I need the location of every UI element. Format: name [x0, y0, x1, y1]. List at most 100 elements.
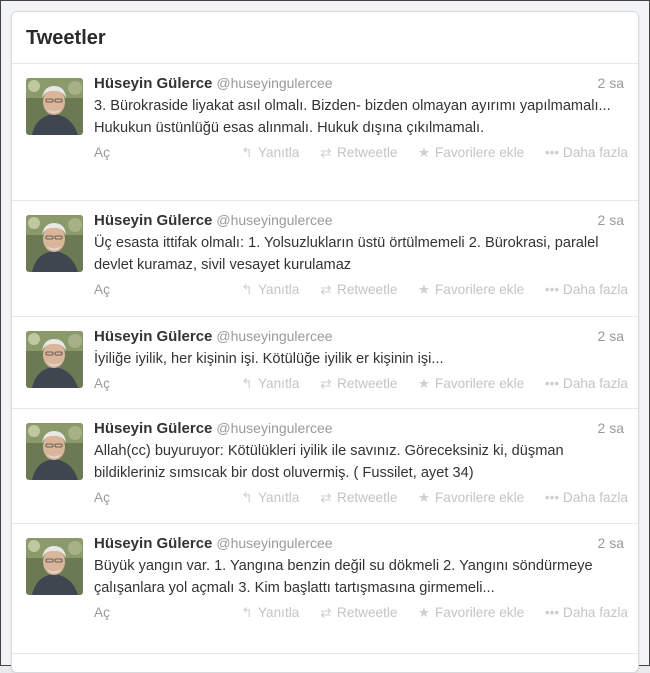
more-label: Daha fazla: [563, 282, 628, 297]
tweet-timestamp[interactable]: 2 sa: [598, 212, 624, 228]
author-name[interactable]: Hüseyin Gülerce: [94, 75, 212, 92]
tweet-actions: Aç ↰ Yanıtla ⇄ Retweetle ★ Favorilere ekle …: [94, 374, 628, 396]
author-name[interactable]: Hüseyin Gülerce: [94, 535, 212, 552]
more-label: Daha fazla: [563, 376, 628, 391]
reply-button[interactable]: ↰ Yanıtla: [239, 605, 299, 621]
more-button[interactable]: ••• Daha fazla: [544, 490, 628, 505]
avatar[interactable]: [26, 215, 83, 272]
more-dots-icon: •••: [544, 282, 560, 297]
more-label: Daha fazla: [563, 145, 628, 160]
retweet-icon: ⇄: [320, 605, 332, 620]
more-button[interactable]: ••• Daha fazla: [544, 282, 628, 297]
open-link[interactable]: Aç: [94, 145, 110, 160]
retweet-icon: ⇄: [320, 376, 332, 391]
favorite-button[interactable]: ★ Favorilere ekle: [416, 605, 524, 621]
tweet-text: İyiliğe iyilik, her kişinin işi. Kötülüğ…: [94, 351, 444, 367]
reply-label: Yanıtla: [258, 605, 300, 620]
favorite-label: Favorilere ekle: [435, 282, 525, 297]
more-button[interactable]: ••• Daha fazla: [544, 145, 628, 160]
more-dots-icon: •••: [544, 145, 560, 160]
open-link[interactable]: Aç: [94, 282, 110, 297]
reply-arrow-icon: ↰: [241, 376, 253, 391]
author-name[interactable]: Hüseyin Gülerce: [94, 420, 212, 437]
more-dots-icon: •••: [544, 376, 560, 391]
reply-button[interactable]: ↰ Yanıtla: [239, 145, 299, 161]
author-handle[interactable]: @huseyingulercee: [216, 212, 332, 228]
favorite-button[interactable]: ★ Favorilere ekle: [416, 282, 524, 298]
tweet[interactable]: Hüseyin Gülerce @huseyingulercee 2 sa Üç …: [12, 201, 638, 317]
avatar[interactable]: [26, 78, 83, 135]
reply-label: Yanıtla: [258, 490, 300, 505]
retweet-label: Retweetle: [337, 282, 398, 297]
retweet-button[interactable]: ⇄ Retweetle: [318, 605, 397, 621]
more-label: Daha fazla: [563, 605, 628, 620]
tweet-header: Hüseyin Gülerce @huseyingulercee 2 sa: [94, 420, 624, 440]
reply-button[interactable]: ↰ Yanıtla: [239, 376, 299, 392]
avatar[interactable]: [26, 423, 83, 480]
tweets-panel: Tweetler Hüseyin Gülerce @huseyingulercee…: [11, 11, 639, 673]
tweet-timestamp[interactable]: 2 sa: [598, 420, 624, 436]
tweet[interactable]: Hüseyin Gülerce @huseyingulercee 2 sa İyi…: [12, 317, 638, 409]
more-dots-icon: •••: [544, 605, 560, 620]
star-icon: ★: [417, 282, 431, 297]
favorite-label: Favorilere ekle: [435, 376, 525, 391]
open-link[interactable]: Aç: [94, 376, 110, 391]
avatar[interactable]: [26, 538, 83, 595]
more-button[interactable]: ••• Daha fazla: [544, 605, 628, 620]
tweet[interactable]: Hüseyin Gülerce @huseyingulercee 2 sa All…: [12, 409, 638, 524]
tweet[interactable]: Hüseyin Gülerce @huseyingulercee 2 sa 3. …: [12, 64, 638, 201]
retweet-button[interactable]: ⇄ Retweetle: [318, 376, 397, 392]
open-link[interactable]: Aç: [94, 605, 110, 620]
author-name[interactable]: Hüseyin Gülerce: [94, 212, 212, 229]
tweet-text: Büyük yangın var. 1. Yangına benzin deği…: [94, 558, 593, 596]
retweet-button[interactable]: ⇄ Retweetle: [318, 145, 397, 161]
avatar[interactable]: [26, 331, 83, 388]
tweet-header: Hüseyin Gülerce @huseyingulercee 2 sa: [94, 75, 624, 95]
author-name[interactable]: Hüseyin Gülerce: [94, 328, 212, 345]
star-icon: ★: [417, 490, 431, 505]
tweet-timestamp[interactable]: 2 sa: [598, 535, 624, 551]
tweet-header: Hüseyin Gülerce @huseyingulercee 2 sa: [94, 212, 624, 232]
avatar-photo: [26, 215, 83, 272]
favorite-label: Favorilere ekle: [435, 605, 525, 620]
panel-title: Tweetler: [26, 27, 106, 49]
reply-arrow-icon: ↰: [241, 490, 253, 505]
reply-label: Yanıtla: [258, 376, 300, 391]
author-handle[interactable]: @huseyingulercee: [216, 328, 332, 344]
avatar-photo: [26, 78, 83, 135]
tweet-actions: Aç ↰ Yanıtla ⇄ Retweetle ★ Favorilere ekle …: [94, 280, 628, 302]
tweet-timestamp[interactable]: 2 sa: [598, 328, 624, 344]
reply-button[interactable]: ↰ Yanıtla: [239, 282, 299, 298]
favorite-button[interactable]: ★ Favorilere ekle: [416, 376, 524, 392]
star-icon: ★: [417, 376, 431, 391]
tweet-header: Hüseyin Gülerce @huseyingulercee 2 sa: [94, 535, 624, 555]
open-link[interactable]: Aç: [94, 490, 110, 505]
more-dots-icon: •••: [544, 490, 560, 505]
author-handle[interactable]: @huseyingulercee: [216, 420, 332, 436]
tweet-header: Hüseyin Gülerce @huseyingulercee 2 sa: [94, 328, 624, 348]
retweet-label: Retweetle: [337, 605, 398, 620]
reply-button[interactable]: ↰ Yanıtla: [239, 490, 299, 506]
avatar-photo: [26, 331, 83, 388]
avatar-photo: [26, 538, 83, 595]
retweet-label: Retweetle: [337, 490, 398, 505]
author-handle[interactable]: @huseyingulercee: [216, 75, 332, 91]
star-icon: ★: [417, 145, 431, 160]
reply-arrow-icon: ↰: [241, 145, 253, 160]
tweet-timestamp[interactable]: 2 sa: [598, 75, 624, 91]
retweet-icon: ⇄: [320, 282, 332, 297]
reply-label: Yanıtla: [258, 282, 300, 297]
favorite-button[interactable]: ★ Favorilere ekle: [416, 145, 524, 161]
author-handle[interactable]: @huseyingulercee: [216, 535, 332, 551]
tweet-actions: Aç ↰ Yanıtla ⇄ Retweetle ★ Favorilere ekle …: [94, 488, 628, 510]
retweet-button[interactable]: ⇄ Retweetle: [318, 282, 397, 298]
retweet-button[interactable]: ⇄ Retweetle: [318, 490, 397, 506]
favorite-button[interactable]: ★ Favorilere ekle: [416, 490, 524, 506]
tweet[interactable]: Hüseyin Gülerce @huseyingulercee 2 sa Büy…: [12, 524, 638, 654]
reply-label: Yanıtla: [258, 145, 300, 160]
tweet-text: Üç esasta ittifak olmalı: 1. Yolsuzlukla…: [94, 235, 599, 273]
reply-arrow-icon: ↰: [241, 605, 253, 620]
more-button[interactable]: ••• Daha fazla: [544, 376, 628, 391]
panel-header: Tweetler: [12, 12, 638, 64]
favorite-label: Favorilere ekle: [435, 145, 525, 160]
